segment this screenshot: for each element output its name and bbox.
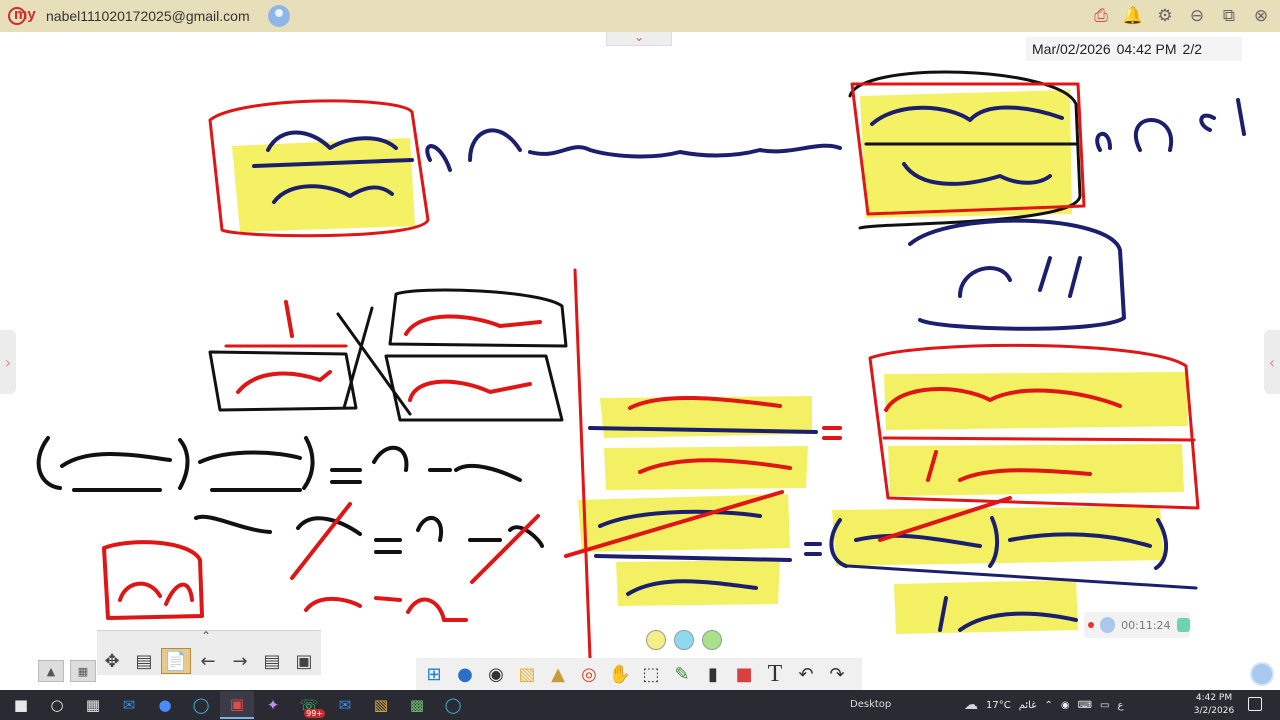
select-icon[interactable]: ⬚ (637, 660, 665, 688)
arrow-right-icon[interactable]: → (225, 648, 255, 674)
recording-time: 00:11:24 (1121, 618, 1171, 632)
zoom-icon[interactable]: ● (148, 691, 182, 719)
undo-icon[interactable]: ↶ (792, 660, 820, 688)
clock-date: 3/2/2026 (1193, 706, 1235, 716)
eraser-icon[interactable]: ▮ (699, 660, 727, 688)
recording-widget: 00:11:24 (1084, 612, 1190, 638)
photos-icon[interactable]: ▩ (400, 691, 434, 719)
users-icon[interactable]: ● (451, 660, 479, 688)
search-icon[interactable]: ○ (40, 691, 74, 719)
help-page-icon[interactable]: ▣ (289, 648, 319, 674)
app-logo[interactable]: my (8, 6, 38, 26)
swatch-green[interactable] (702, 630, 722, 650)
main-toolbar: ⊞ ● ◉ ▧ ▲ ◎ ✋ ⬚ ✎ ▮ ■ T ↶ ↷ (416, 658, 862, 690)
box-icon[interactable]: ▲ (544, 660, 572, 688)
mail-icon[interactable]: ✉ (328, 691, 362, 719)
clock-time: 4:42 PM (1195, 693, 1233, 703)
chevron-up-icon[interactable]: ⌃ (201, 629, 211, 643)
start-icon[interactable]: ■ (4, 691, 38, 719)
marker-icon[interactable]: ✎ (668, 660, 696, 688)
myviewboard-icon[interactable]: ▣ (220, 691, 254, 719)
weather-text[interactable]: غائم (1019, 700, 1037, 711)
minimize-icon[interactable]: ⊖ (1184, 4, 1210, 28)
stop-icon[interactable] (1176, 618, 1190, 632)
whiteboard-window: my nabel111020172025@gmail.com ⎙ 🔔 ⚙ ⊖ ⧉… (0, 0, 1280, 720)
collapse-toolbar-tab[interactable]: ⌄ (606, 31, 672, 46)
assistant-icon[interactable] (1250, 662, 1274, 686)
copilot-icon[interactable]: ✦ (256, 691, 290, 719)
move-icon[interactable]: ✥ (97, 648, 127, 674)
keyboard-icon[interactable]: ⌨ (1078, 700, 1092, 711)
gallery-icon[interactable]: ▦ (70, 660, 96, 682)
recording-dot-icon (1088, 622, 1094, 628)
edge-icon-2[interactable]: ◯ (436, 691, 470, 719)
add-page-icon[interactable]: ▤ (257, 648, 287, 674)
recorder-icon[interactable]: ⎙ (1088, 4, 1114, 28)
swatch-yellow[interactable] (646, 630, 666, 650)
chrome-icon[interactable]: ◎ (575, 660, 603, 688)
weather-temp[interactable]: 17°C (986, 700, 1011, 711)
account-avatar[interactable] (268, 5, 290, 27)
whiteboard-canvas[interactable] (0, 46, 1280, 658)
language-indicator[interactable]: ع (1117, 700, 1123, 711)
files-icon[interactable]: ▧ (364, 691, 398, 719)
close-icon[interactable]: ⊗ (1248, 4, 1274, 28)
mini-tools: ▲ ▦ (38, 660, 96, 682)
clock[interactable]: 4:42 PM 3/2/2026 (1186, 692, 1242, 718)
title-bar: my nabel111020172025@gmail.com ⎙ 🔔 ⚙ ⊖ ⧉… (0, 0, 1280, 32)
color-swatches (646, 630, 722, 650)
taskview-icon[interactable]: ▦ (76, 691, 110, 719)
restore-icon[interactable]: ⧉ (1216, 4, 1242, 28)
weather-icon[interactable]: ☁ (964, 697, 978, 713)
battery-icon[interactable]: ▭ (1100, 700, 1109, 711)
taskbar: ■ ○ ▦ ✉ ● ◯ ▣ ✦ ☏ 99+ ✉ ▧ ▩ ◯ Desktop ☁ 1… (0, 690, 1280, 720)
outlook-icon[interactable]: ✉ (112, 691, 146, 719)
account-email: nabel111020172025@gmail.com (46, 8, 250, 24)
folder-icon[interactable]: ▧ (513, 660, 541, 688)
shapes-icon[interactable]: ■ (730, 660, 758, 688)
page-toolbar: ⌃ ✥ ▤ 📄 ← → ▤ ▣ (97, 629, 321, 675)
windows-icon[interactable]: ⊞ (420, 660, 448, 688)
window-controls: ⎙ 🔔 ⚙ ⊖ ⧉ ⊗ (1088, 4, 1274, 28)
network-icon[interactable]: ◉ (1061, 700, 1070, 711)
arrow-left-icon[interactable]: ← (193, 648, 223, 674)
notification-icon[interactable] (1248, 697, 1262, 711)
document-icon[interactable]: 📄 (161, 648, 191, 674)
desktop-label[interactable]: Desktop (850, 699, 891, 710)
hand-icon[interactable]: ✋ (606, 660, 634, 688)
swatch-blue[interactable] (674, 630, 694, 650)
export-icon[interactable]: ▤ (129, 648, 159, 674)
image-icon[interactable]: ▲ (38, 660, 64, 682)
text-icon[interactable]: T (761, 660, 789, 688)
whatsapp-icon[interactable]: ☏ 99+ (292, 691, 326, 719)
system-tray: ☁ 17°C غائم ⌃ ◉ ⌨ ▭ ع (964, 690, 1123, 720)
edge-icon[interactable]: ◯ (184, 691, 218, 719)
pause-icon[interactable] (1099, 617, 1116, 633)
gear-icon[interactable]: ⚙ (1152, 4, 1178, 28)
bell-icon[interactable]: 🔔 (1120, 4, 1146, 28)
tray-chevron-icon[interactable]: ⌃ (1044, 700, 1052, 711)
redo-icon[interactable]: ↷ (823, 660, 851, 688)
camera-icon[interactable]: ◉ (482, 660, 510, 688)
